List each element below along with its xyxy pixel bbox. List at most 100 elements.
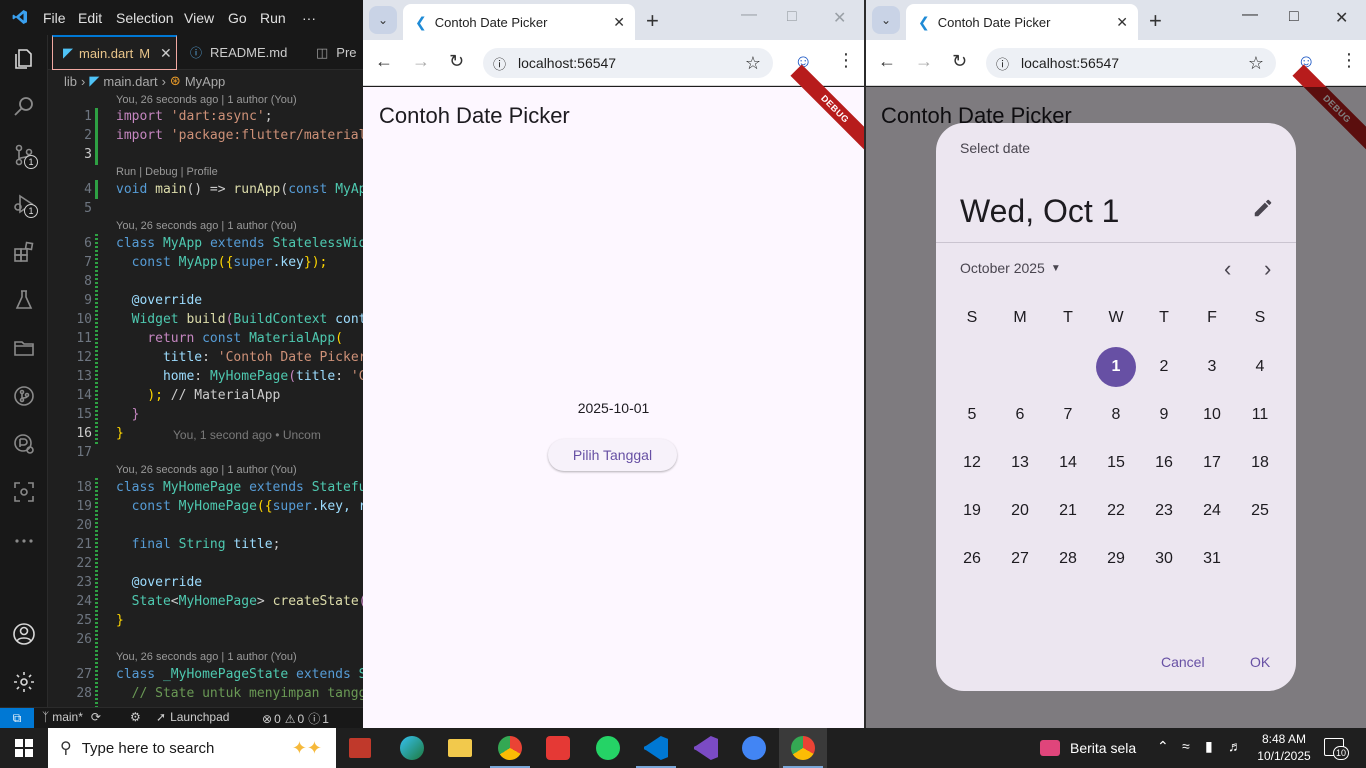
taskbar-search-box[interactable]: ⚲ Type here to search ✦✦ [48,728,336,768]
flutter-devices[interactable]: ⚙ [130,710,145,724]
taskbar-edge-icon[interactable] [388,728,436,768]
settings-gear-icon[interactable] [10,668,38,696]
tab-main-dart[interactable]: ◤ main.dart M ✕ [52,35,177,70]
calendar-day[interactable]: 21 [1048,491,1088,531]
system-clock[interactable]: 8:48 AM 10/1/2025 [1252,731,1316,765]
calendar-day[interactable]: 20 [1000,491,1040,531]
address-bar[interactable]: ⓘ localhost:56547 ☆ [483,48,773,78]
calendar-day[interactable]: 27 [1000,539,1040,579]
calendar-day[interactable]: 25 [1240,491,1280,531]
taskbar-android-studio-icon[interactable] [730,728,778,768]
browser-tab[interactable]: ❮ Contoh Date Picker ✕ [906,4,1138,40]
calendar-day[interactable]: 15 [1096,443,1136,483]
minimize-icon[interactable]: — [741,6,757,24]
calendar-day[interactable]: 8 [1096,395,1136,435]
tab-search-button[interactable]: ⌄ [872,6,900,34]
calendar-day[interactable]: 23 [1144,491,1184,531]
chrome-menu-icon[interactable]: ⋮ [837,50,855,71]
previous-month-icon[interactable]: ‹ [1224,256,1231,282]
ok-button[interactable]: OK [1250,654,1270,670]
close-tab-icon[interactable]: ✕ [613,14,625,31]
calendar-day[interactable]: 29 [1096,539,1136,579]
calendar-day[interactable]: 6 [1000,395,1040,435]
launchpad-status[interactable]: ➚ Launchpad [156,710,229,724]
calendar-day[interactable]: 17 [1192,443,1232,483]
calendar-day[interactable]: 11 [1240,395,1280,435]
explorer-icon[interactable] [10,45,38,73]
news-widget[interactable]: Berita sela [1040,728,1136,768]
calendar-day-selected[interactable]: 1 [1096,347,1136,387]
close-icon[interactable]: ✕ [160,45,172,62]
calendar-day[interactable]: 5 [952,395,992,435]
tab-preview[interactable]: ◫ Pre [306,35,363,70]
start-button[interactable] [0,728,48,768]
folder-icon[interactable] [10,334,38,362]
calendar-day[interactable]: 28 [1048,539,1088,579]
month-year-selector[interactable]: October 2025 ▼ [960,260,1061,276]
git-blame-lens[interactable]: You, 26 seconds ago | 1 author (You) [116,94,297,106]
close-window-icon[interactable]: ✕ [1335,8,1348,28]
run-debug-lens[interactable]: Run | Debug | Profile [116,166,218,178]
testing-icon[interactable] [10,286,38,314]
taskbar-chrome-icon[interactable] [779,728,827,768]
notification-center-icon[interactable]: 10 [1324,738,1349,760]
extensions-icon[interactable] [10,238,38,266]
remote-indicator[interactable]: ⧉ [0,708,34,728]
source-control-icon[interactable]: 1 [10,141,38,169]
git-blame-lens[interactable]: You, 26 seconds ago | 1 author (You) [116,464,297,476]
run-debug-icon[interactable]: 1 [10,190,38,218]
menu-go[interactable]: Go [228,10,247,26]
more-icon[interactable] [10,527,38,555]
git-blame-lens[interactable]: You, 26 seconds ago | 1 author (You) [116,220,297,232]
calendar-day[interactable]: 30 [1144,539,1184,579]
site-info-icon[interactable]: ⓘ [996,54,1009,73]
taskbar-whatsapp-icon[interactable] [584,728,632,768]
bookmark-star-icon[interactable]: ☆ [745,53,761,74]
wifi-icon[interactable]: ≈ [1182,738,1190,754]
calendar-day[interactable]: 31 [1192,539,1232,579]
calendar-day[interactable]: 4 [1240,347,1280,387]
next-month-icon[interactable]: › [1264,256,1271,282]
calendar-day[interactable]: 12 [952,443,992,483]
calendar-day[interactable]: 13 [1000,443,1040,483]
taskbar-vscode-icon[interactable] [632,728,680,768]
calendar-day[interactable]: 22 [1096,491,1136,531]
forward-arrow-icon[interactable]: → [915,51,933,72]
calendar-day[interactable]: 7 [1048,395,1088,435]
calendar-day[interactable]: 19 [952,491,992,531]
taskbar-wps-icon[interactable] [534,728,582,768]
close-window-icon[interactable]: ✕ [833,8,846,28]
menu-view[interactable]: View [184,10,214,26]
calendar-day[interactable]: 16 [1144,443,1184,483]
maximize-icon[interactable]: □ [787,8,797,26]
menu-edit[interactable]: Edit [78,10,102,26]
breadcrumb-file[interactable]: main.dart [103,74,157,89]
menu-more[interactable]: ··· [302,10,316,26]
reload-icon[interactable]: ↻ [952,51,967,72]
back-arrow-icon[interactable]: ← [878,51,896,72]
chrome-menu-icon[interactable]: ⋮ [1340,50,1358,71]
show-hidden-icons-icon[interactable]: ⌃ [1157,738,1169,755]
menu-file[interactable]: File [43,10,66,26]
breadcrumb-symbol[interactable]: MyApp [185,74,225,89]
site-info-icon[interactable]: ⓘ [493,54,506,73]
sync-icon[interactable]: ⟳ [91,710,101,724]
maximize-icon[interactable]: □ [1289,8,1299,26]
new-tab-icon[interactable]: + [646,8,659,34]
breadcrumb-folder[interactable]: lib [64,74,77,89]
tab-readme[interactable]: ⓘ README.md [180,35,305,70]
menu-selection[interactable]: Selection [116,10,174,26]
branch-status[interactable]: ᛉ main* ⟳ [42,710,101,724]
cancel-button[interactable]: Cancel [1161,654,1205,670]
calendar-day[interactable]: 18 [1240,443,1280,483]
menu-run[interactable]: Run [260,10,286,26]
calendar-day[interactable]: 24 [1192,491,1232,531]
taskbar-file-cabinet-icon[interactable] [336,728,384,768]
account-icon[interactable] [10,620,38,648]
battery-icon[interactable]: ▮ [1205,738,1213,755]
close-tab-icon[interactable]: ✕ [1116,14,1128,31]
address-bar[interactable]: ⓘ localhost:56547 ☆ [986,48,1276,78]
flutter-devtools-icon[interactable] [10,430,38,458]
git-graph-icon[interactable] [10,382,38,410]
code-editor[interactable]: You, 26 seconds ago | 1 author (You) 1 i… [48,92,363,718]
